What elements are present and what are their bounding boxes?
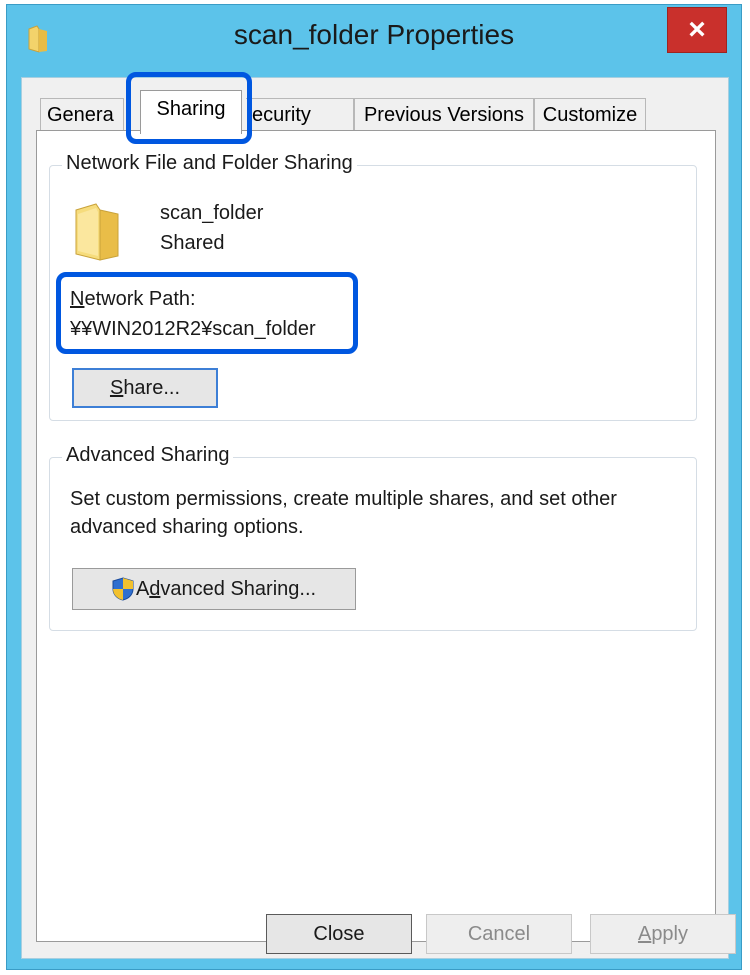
uac-shield-icon (112, 577, 134, 601)
sharing-tab-highlight (126, 72, 252, 144)
tab-label: Genera (47, 104, 114, 126)
close-button[interactable]: Close (266, 914, 412, 954)
tab-strip: Genera ecurity Previous Versions Customi… (40, 72, 720, 144)
button-label-prefix: A (135, 577, 150, 600)
tab-security[interactable]: ecurity (246, 98, 354, 132)
apply-button[interactable]: Apply (590, 914, 736, 954)
window-close-button[interactable]: × (667, 7, 727, 53)
share-status: Shared (160, 232, 225, 254)
folder-name: scan_folder (160, 202, 264, 224)
advanced-sharing-description-line2: advanced sharing options. (70, 516, 304, 538)
group-title: Advanced Sharing (62, 444, 234, 467)
network-sharing-group: Network File and Folder Sharing scan_fol… (49, 152, 697, 421)
advanced-sharing-button[interactable]: Ad vanced Sharing... (72, 568, 356, 610)
accelerator-key: S (109, 376, 124, 399)
window-title: scan_folder Properties (233, 19, 515, 50)
sharing-tab-panel: Network File and Folder Sharing scan_fol… (36, 130, 716, 942)
button-label: Close (313, 922, 365, 945)
tab-previous-versions[interactable]: Previous Versions (354, 98, 534, 132)
button-label: Cancel (467, 922, 531, 945)
close-icon: × (688, 13, 706, 46)
accelerator-key: A (637, 922, 652, 945)
tab-general[interactable]: Genera (40, 98, 124, 132)
button-label: hare... (123, 376, 181, 399)
tab-label: Previous Versions (363, 104, 525, 126)
folder-icon (75, 203, 119, 261)
network-path-highlight (56, 272, 358, 354)
dialog-client-area: Genera ecurity Previous Versions Customi… (21, 72, 736, 959)
accelerator-key: d (149, 577, 161, 600)
tab-customize[interactable]: Customize (534, 98, 646, 132)
tab-label: ecurity (252, 104, 311, 126)
button-label: pply (651, 922, 689, 945)
advanced-sharing-description-line1: Set custom permissions, create multiple … (70, 488, 617, 510)
button-label: vanced Sharing... (160, 577, 317, 600)
title-bar[interactable]: scan_folder Properties × (7, 5, 741, 73)
share-button[interactable]: Share... (72, 368, 218, 408)
cancel-button[interactable]: Cancel (426, 914, 572, 954)
properties-window: scan_folder Properties × Genera ecurity … (6, 4, 742, 970)
group-title: Network File and Folder Sharing (62, 152, 357, 175)
advanced-sharing-group: Advanced Sharing Set custom permissions,… (49, 444, 697, 631)
tab-label: Customize (542, 104, 638, 126)
